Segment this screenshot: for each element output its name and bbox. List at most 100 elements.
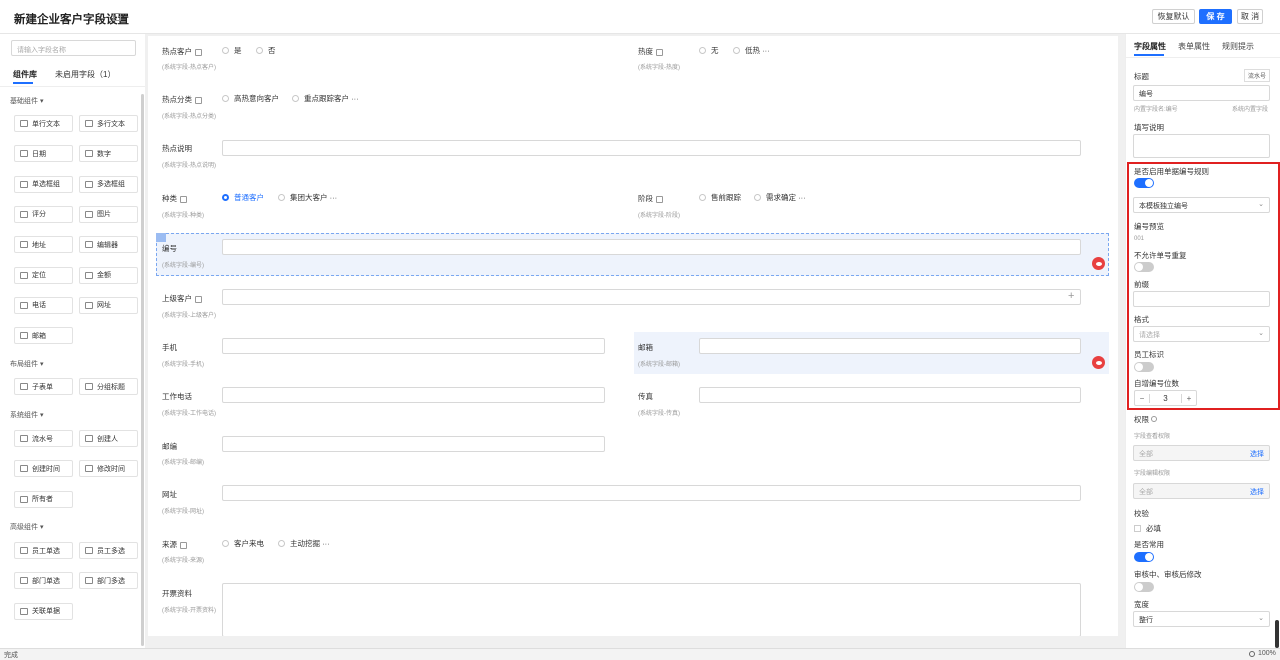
- component-group-title[interactable]: 分组标题: [79, 378, 138, 395]
- digits-value[interactable]: 3: [1150, 394, 1181, 403]
- fax-input[interactable]: [699, 387, 1081, 403]
- component-departments[interactable]: 部门多选: [79, 572, 138, 590]
- drag-handle-icon[interactable]: [156, 233, 166, 242]
- minus-icon[interactable]: −: [1135, 393, 1150, 403]
- component-subform[interactable]: 子表单: [14, 378, 73, 395]
- component-multi-line-text[interactable]: 多行文本: [79, 115, 138, 132]
- tab-form-props[interactable]: 表单属性: [1178, 41, 1210, 52]
- radio-group-customer[interactable]: 集团大客户 ···: [278, 192, 337, 203]
- zoom-level[interactable]: 100%: [1258, 650, 1276, 657]
- tab-unused-fields[interactable]: 未启用字段（1）: [55, 69, 115, 80]
- radio-key-tracking[interactable]: 重点跟踪客户 ···: [292, 93, 359, 104]
- component-number[interactable]: 数字: [79, 145, 138, 163]
- digits-stepper[interactable]: − 3 +: [1134, 390, 1197, 406]
- component-employees[interactable]: 员工多选: [79, 542, 138, 559]
- required-checkbox[interactable]: 必填: [1134, 523, 1161, 534]
- radio-customer-call[interactable]: 客户来电: [222, 538, 264, 549]
- search-input[interactable]: 请输入字段名称: [11, 40, 136, 56]
- radio-high-intent[interactable]: 高热意向客户: [222, 93, 279, 104]
- radio-yes[interactable]: 是: [222, 45, 242, 56]
- cancel-button[interactable]: 取 消: [1237, 9, 1263, 24]
- component-pin[interactable]: 定位: [14, 266, 73, 284]
- serial-icon: [20, 435, 28, 442]
- component-checkbox[interactable]: 多选框组: [79, 175, 138, 193]
- panel-scrollbar[interactable]: [1275, 620, 1279, 648]
- delete-field-email-icon[interactable]: [1092, 356, 1105, 369]
- component-star[interactable]: 评分: [14, 205, 73, 223]
- section-advanced[interactable]: 高级组件 ▾: [10, 522, 43, 532]
- view-perm-input[interactable]: 全部 选择: [1133, 445, 1270, 461]
- component-calendar[interactable]: 日期: [14, 145, 73, 163]
- component-globe[interactable]: 网址: [79, 296, 138, 314]
- component-user[interactable]: 创建人: [79, 430, 138, 447]
- tab-field-props[interactable]: 字段属性: [1134, 41, 1166, 52]
- use-rule-toggle[interactable]: [1134, 178, 1154, 188]
- employee-icon: [20, 547, 28, 554]
- plus-icon[interactable]: +: [1181, 393, 1196, 403]
- section-system[interactable]: 系统组件 ▾: [10, 410, 43, 420]
- prefix-input[interactable]: [1133, 291, 1270, 307]
- hot-desc-input[interactable]: [222, 140, 1081, 156]
- website-input[interactable]: [222, 485, 1081, 501]
- component-mail[interactable]: 邮箱: [14, 327, 73, 345]
- section-layout[interactable]: 布局组件 ▾: [10, 359, 43, 369]
- edit-perm-input[interactable]: 全部 选择: [1133, 483, 1270, 499]
- radio-no[interactable]: 否: [256, 45, 276, 56]
- rule-select[interactable]: 本模板独立编号 ⌄: [1133, 197, 1270, 213]
- component-location[interactable]: 地址: [14, 236, 73, 254]
- zip-input[interactable]: [222, 436, 605, 452]
- invoice-textarea[interactable]: [222, 583, 1081, 636]
- component-owner[interactable]: 所有者: [14, 490, 73, 508]
- mobile-input[interactable]: [222, 338, 605, 354]
- width-select[interactable]: 整行 ⌄: [1133, 611, 1270, 627]
- panel-scrollbar[interactable]: [141, 94, 144, 646]
- component-link-doc[interactable]: 关联单据: [14, 602, 73, 620]
- staff-id-toggle[interactable]: [1134, 362, 1154, 372]
- component-department[interactable]: 部门单选: [14, 572, 73, 590]
- component-money[interactable]: 金额: [79, 266, 138, 284]
- pin-icon: [20, 271, 28, 279]
- component-employee[interactable]: 员工单选: [14, 542, 73, 559]
- format-select[interactable]: 请选择 ⌄: [1133, 326, 1270, 342]
- zoom-icon[interactable]: [1249, 651, 1255, 657]
- title-input[interactable]: 编号: [1133, 85, 1270, 101]
- header-bar: 新建企业客户字段设置 恢复默认 保 存 取 消: [0, 0, 1280, 34]
- component-single-line-text[interactable]: 单行文本: [14, 115, 73, 132]
- component-label: 关联单据: [32, 608, 60, 616]
- audit-edit-toggle[interactable]: [1134, 582, 1154, 592]
- component-serial[interactable]: 流水号: [14, 430, 73, 447]
- radio-normal-customer[interactable]: 普通客户: [222, 192, 264, 203]
- parent-customer-input[interactable]: [222, 289, 1081, 305]
- component-image[interactable]: 图片: [79, 205, 138, 223]
- serial-input[interactable]: [222, 239, 1081, 255]
- employees-icon: [85, 547, 93, 554]
- work-phone-input[interactable]: [222, 387, 605, 403]
- departments-icon: [85, 577, 93, 585]
- section-basic[interactable]: 基础组件 ▾: [10, 96, 43, 106]
- radio-active-mining[interactable]: 主动挖掘 ···: [278, 538, 330, 549]
- radio-none[interactable]: 无: [699, 45, 719, 56]
- delete-field-serial-icon[interactable]: [1092, 257, 1105, 270]
- tab-rule-hints[interactable]: 规则提示: [1222, 41, 1254, 52]
- restore-default-button[interactable]: 恢复默认: [1152, 9, 1195, 24]
- save-button[interactable]: 保 存: [1199, 9, 1232, 24]
- component-phone[interactable]: 电话: [14, 296, 73, 314]
- email-input[interactable]: [699, 338, 1081, 354]
- component-editor[interactable]: 编辑器: [79, 236, 138, 254]
- radio-low-heat[interactable]: 低热 ···: [733, 45, 770, 56]
- radio-requirement[interactable]: 需求确定 ···: [754, 192, 806, 203]
- component-clock[interactable]: 修改时间: [79, 460, 138, 478]
- layout-icon[interactable]: [113, 13, 121, 21]
- component-label: 数字: [97, 150, 111, 158]
- component-clock[interactable]: 创建时间: [14, 460, 73, 478]
- status-text: 完成: [4, 652, 18, 659]
- fill-desc-textarea[interactable]: [1133, 134, 1270, 158]
- tab-component-library[interactable]: 组件库: [13, 69, 37, 80]
- no-dup-toggle[interactable]: [1134, 262, 1154, 272]
- component-label: 分组标题: [97, 383, 125, 391]
- common-toggle[interactable]: [1134, 552, 1154, 562]
- radio-icon: [20, 180, 28, 188]
- component-radio[interactable]: 单选框组: [14, 175, 73, 193]
- radio-presale[interactable]: 售前跟踪: [699, 192, 741, 203]
- add-icon[interactable]: +: [1068, 290, 1074, 302]
